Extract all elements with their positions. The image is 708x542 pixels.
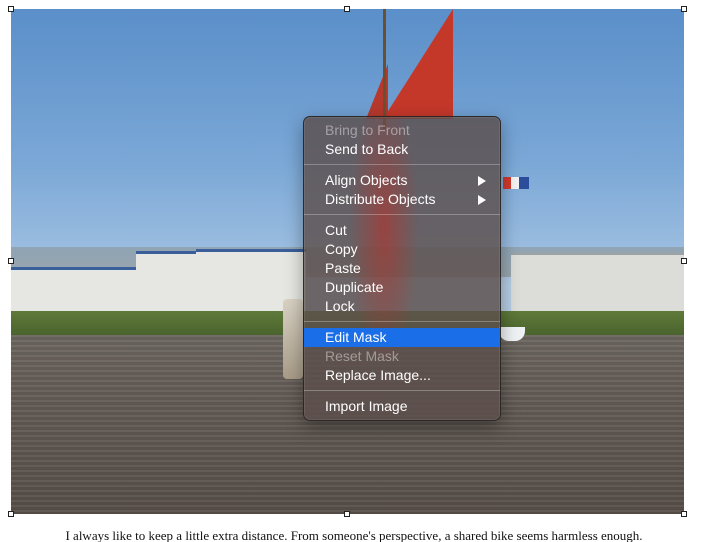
resize-handle-top-right[interactable] [681, 6, 687, 12]
context-menu: Bring to Front Send to Back Align Object… [303, 116, 501, 421]
resize-handle-bottom-left[interactable] [8, 511, 14, 517]
resize-handle-top-center[interactable] [344, 6, 350, 12]
menu-item-send-to-back[interactable]: Send to Back [304, 140, 500, 159]
menu-item-reset-mask: Reset Mask [325, 348, 399, 364]
menu-item-bring-to-front: Bring to Front [325, 122, 410, 138]
menu-item-replace-image[interactable]: Replace Image... [304, 366, 500, 385]
chevron-right-icon [478, 195, 486, 205]
resize-handle-bottom-right[interactable] [681, 511, 687, 517]
menu-item-import-image[interactable]: Import Image [304, 397, 500, 416]
menu-item-lock[interactable]: Lock [304, 297, 500, 316]
menu-item-edit-mask[interactable]: Edit Mask [304, 328, 500, 347]
main-sail [383, 9, 453, 119]
menu-separator [304, 390, 500, 391]
document-text-line: I always like to keep a little extra dis… [65, 528, 643, 542]
menu-item-copy[interactable]: Copy [304, 240, 500, 259]
warehouse [511, 252, 684, 313]
mast [383, 9, 386, 129]
resize-handle-top-left[interactable] [8, 6, 14, 12]
resize-handle-middle-right[interactable] [681, 258, 687, 264]
small-boat [499, 327, 525, 341]
menu-item-cut[interactable]: Cut [304, 221, 500, 240]
menu-item-label: Distribute Objects [325, 191, 436, 207]
menu-separator [304, 164, 500, 165]
menu-item-distribute-objects[interactable]: Distribute Objects [304, 190, 500, 209]
hull [283, 299, 303, 379]
menu-separator [304, 214, 500, 215]
menu-item-duplicate[interactable]: Duplicate [304, 278, 500, 297]
menu-item-paste[interactable]: Paste [304, 259, 500, 278]
resize-handle-bottom-center[interactable] [344, 511, 350, 517]
chevron-right-icon [478, 176, 486, 186]
menu-separator [304, 321, 500, 322]
menu-item-label: Align Objects [325, 172, 408, 188]
menu-item-align-objects[interactable]: Align Objects [304, 171, 500, 190]
resize-handle-middle-left[interactable] [8, 258, 14, 264]
flag [503, 177, 529, 189]
